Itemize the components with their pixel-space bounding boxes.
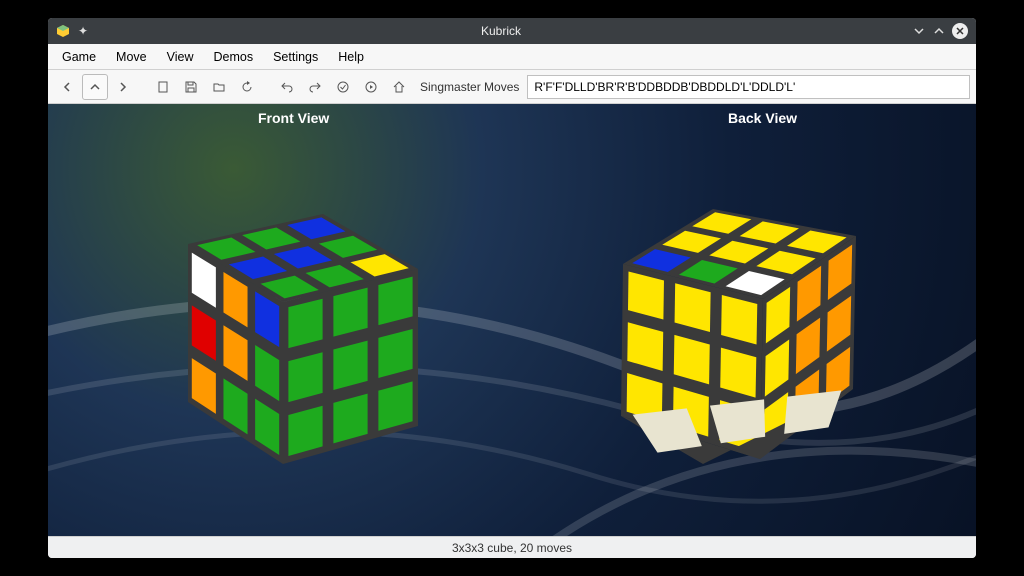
- redo-button[interactable]: [302, 74, 328, 100]
- menu-settings[interactable]: Settings: [263, 46, 328, 68]
- nav-back-button[interactable]: [54, 74, 80, 100]
- menu-game[interactable]: Game: [52, 46, 106, 68]
- game-view[interactable]: Front View Back View: [48, 104, 976, 536]
- pin-icon[interactable]: ✦: [76, 24, 90, 38]
- statusbar: 3x3x3 cube, 20 moves: [48, 536, 976, 558]
- singmaster-input[interactable]: [527, 75, 970, 99]
- cube-front[interactable]: [128, 164, 428, 484]
- save-button[interactable]: [178, 74, 204, 100]
- back-view-label: Back View: [728, 110, 797, 126]
- menu-demos[interactable]: Demos: [204, 46, 264, 68]
- home-button[interactable]: [386, 74, 412, 100]
- maximize-icon[interactable]: [932, 24, 946, 38]
- cube-back[interactable]: [588, 164, 888, 484]
- menu-help[interactable]: Help: [328, 46, 374, 68]
- menubar: Game Move View Demos Settings Help: [48, 44, 976, 70]
- toolbar: Singmaster Moves: [48, 70, 976, 104]
- new-button[interactable]: [150, 74, 176, 100]
- app-icon: [56, 24, 70, 38]
- menu-view[interactable]: View: [157, 46, 204, 68]
- close-icon[interactable]: ✕: [952, 23, 968, 39]
- status-text: 3x3x3 cube, 20 moves: [452, 541, 572, 555]
- solve-button[interactable]: [330, 74, 356, 100]
- play-button[interactable]: [358, 74, 384, 100]
- minimize-icon[interactable]: [912, 24, 926, 38]
- restart-button[interactable]: [234, 74, 260, 100]
- titlebar: ✦ Kubrick ✕: [48, 18, 976, 44]
- app-window: ✦ Kubrick ✕ Game Move View Demos Setting…: [48, 18, 976, 558]
- front-view-label: Front View: [258, 110, 329, 126]
- nav-up-button[interactable]: [82, 74, 108, 100]
- undo-button[interactable]: [274, 74, 300, 100]
- menu-move[interactable]: Move: [106, 46, 157, 68]
- singmaster-label: Singmaster Moves: [414, 80, 525, 94]
- nav-forward-button[interactable]: [110, 74, 136, 100]
- window-title: Kubrick: [90, 24, 912, 38]
- open-button[interactable]: [206, 74, 232, 100]
